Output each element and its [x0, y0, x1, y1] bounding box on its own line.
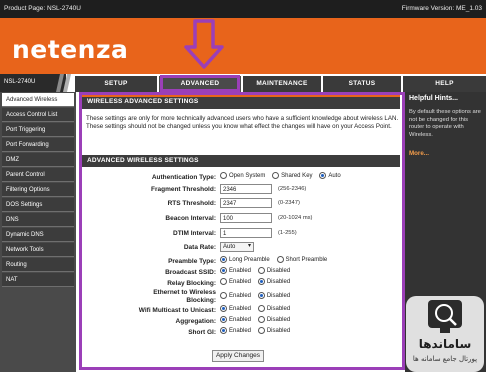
help-more-link[interactable]: More...	[409, 150, 429, 157]
main-nav: NSL-2740U SETUP ADVANCED MAINTENANCE STA…	[0, 74, 486, 92]
watermark-title: ساماندها	[419, 337, 472, 351]
brand-logo: netenza	[12, 35, 129, 64]
header-banner: netenza	[0, 18, 486, 74]
sidebar-item-port-triggering[interactable]: Port Triggering	[2, 123, 74, 137]
sidebar-item-filtering-options[interactable]: Filtering Options	[2, 183, 74, 197]
sidebar-item-routing[interactable]: Routing	[2, 258, 74, 272]
tab-setup[interactable]: SETUP	[75, 76, 157, 92]
tab-help[interactable]: HELP	[403, 76, 486, 92]
main-content-highlight	[79, 92, 405, 370]
divider-slashes-icon	[56, 74, 71, 92]
advanced-tab-highlight	[160, 75, 240, 92]
sidebar-item-port-forwarding[interactable]: Port Forwarding	[2, 138, 74, 152]
product-page-label: Product Page: NSL-2740U	[4, 5, 81, 12]
sidebar-item-parent-control[interactable]: Parent Control	[2, 168, 74, 182]
sidebar: Advanced Wireless Access Control List Po…	[0, 92, 76, 372]
sidebar-item-network-tools[interactable]: Network Tools	[2, 243, 74, 257]
sidebar-item-dynamic-dns[interactable]: Dynamic DNS	[2, 228, 74, 242]
watermark-subtitle: پورتال جامع سامانه ها	[413, 355, 477, 363]
sidebar-item-nat[interactable]: NAT	[2, 273, 74, 287]
tab-maintenance[interactable]: MAINTENANCE	[243, 76, 321, 92]
highlight-arrow-icon	[184, 19, 224, 69]
sidebar-item-access-control-list[interactable]: Access Control List	[2, 108, 74, 122]
sidebar-item-advanced-wireless[interactable]: Advanced Wireless	[2, 93, 74, 107]
help-title: Helpful Hints...	[409, 95, 458, 102]
sidebar-item-dns[interactable]: DNS	[2, 213, 74, 227]
sidebar-item-dos-settings[interactable]: DOS Settings	[2, 198, 74, 212]
help-body: By default these options are not be chan…	[409, 109, 481, 138]
sidebar-item-dmz[interactable]: DMZ	[2, 153, 74, 167]
firmware-version-label: Firmware Version: ME_1.03	[401, 5, 482, 12]
top-bar: Product Page: NSL-2740U Firmware Version…	[0, 0, 486, 18]
watermark-logo: ساماندها پورتال جامع سامانه ها	[406, 296, 484, 372]
tab-status[interactable]: STATUS	[323, 76, 401, 92]
